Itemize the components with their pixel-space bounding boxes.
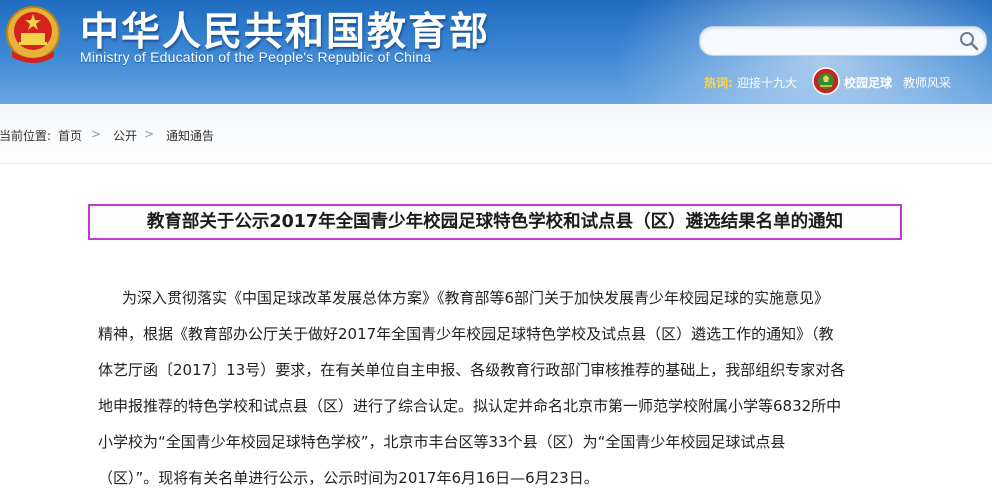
article-paragraph-line: 地申报推荐的特色学校和试点县（区）进行了综合认定。拟认定并命名北京市第一师范学校… — [98, 397, 842, 415]
breadcrumb-separator: > — [91, 127, 102, 141]
breadcrumb-public[interactable]: 公开 — [113, 127, 137, 144]
national-emblem-icon[interactable] — [4, 3, 62, 65]
search-input[interactable] — [710, 31, 954, 53]
hot-link-congress[interactable]: 迎接十九大 — [737, 74, 797, 91]
search-icon[interactable] — [958, 30, 980, 52]
article-paragraph-line: 体艺厅函〔2017〕13号）要求，在有关单位自主申报、各级教育行政部门审核推荐的… — [98, 361, 846, 379]
site-subtitle: Ministry of Education of the People's Re… — [80, 49, 432, 65]
article-paragraph-line: 为深入贯彻落实《中国足球改革发展总体方案》《教育部等6部门关于加快发展青少年校园… — [122, 289, 830, 307]
article-title-highlight: 教育部关于公示2017年全国青少年校园足球特色学校和试点县（区）遴选结果名单的通… — [88, 204, 902, 240]
breadcrumb-separator: > — [144, 127, 155, 141]
breadcrumb-notices[interactable]: 通知通告 — [166, 127, 214, 144]
breadcrumb-home[interactable]: 首页 — [58, 127, 82, 144]
site-header: 中华人民共和国教育部 Ministry of Education of the … — [0, 0, 992, 104]
hot-link-campus-football[interactable]: 校园足球 — [844, 74, 892, 91]
breadcrumb-divider — [0, 163, 992, 164]
hot-link-teacher-style[interactable]: 教师风采 — [903, 74, 951, 91]
search-box — [699, 26, 987, 56]
article-paragraph-line: 小学校为“全国青少年校园足球特色学校”，北京市丰台区等33个县（区）为“全国青少… — [98, 433, 786, 451]
article-paragraph-line: （区）”。现将有关名单进行公示，公示时间为2017年6月16日—6月23日。 — [98, 469, 599, 487]
hot-words-label: 热词: — [704, 76, 733, 90]
breadcrumb-label: 当前位置: — [0, 129, 52, 143]
breadcrumb: 当前位置: 首页 > 公开 > 通知通告 — [0, 104, 992, 164]
football-icon[interactable] — [812, 67, 840, 95]
article-paragraph-line: 精神，根据《教育部办公厅关于做好2017年全国青少年校园足球特色学校及试点县（区… — [98, 325, 834, 343]
article-title: 教育部关于公示2017年全国青少年校园足球特色学校和试点县（区）遴选结果名单的通… — [146, 212, 844, 232]
